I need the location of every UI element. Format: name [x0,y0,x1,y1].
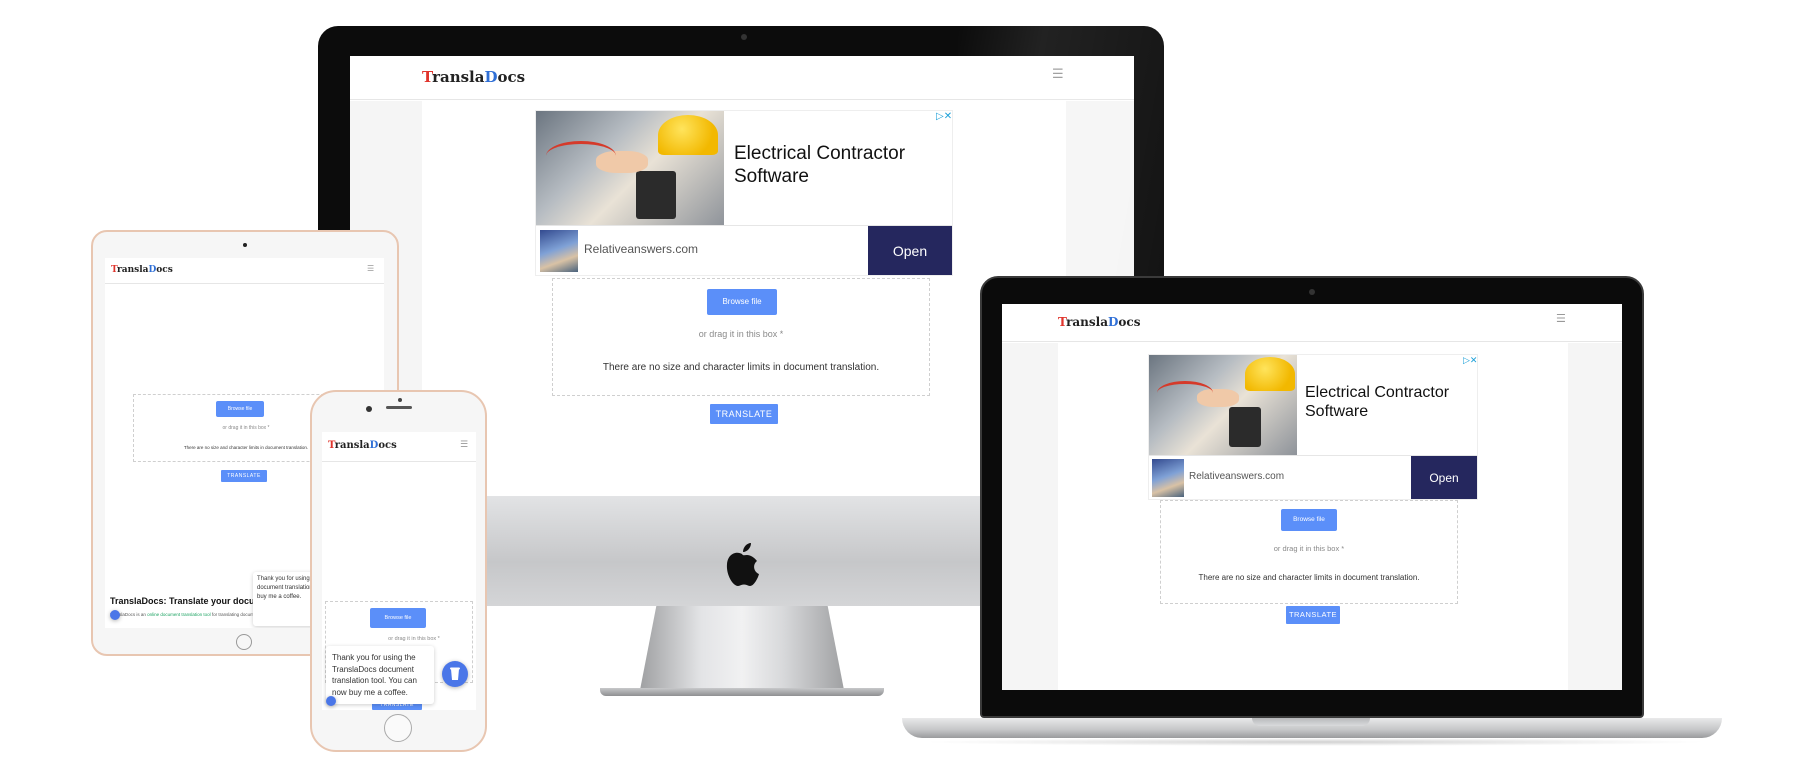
drop-zone[interactable]: Browse file or drag it in this box * The… [1160,500,1458,604]
translate-button[interactable]: TRANSLATE [1286,606,1340,624]
iphone-speaker [386,406,412,409]
imac-camera [741,34,747,40]
chat-bubble: Thank you for using the TranslaDocs docu… [326,646,434,704]
ipad-home-button [236,634,252,650]
site-header: TranslaDocs ☰ [105,258,384,284]
chat-toggle-icon[interactable] [326,696,336,706]
ad-banner[interactable]: Electrical Contractor Software ▷✕ Relati… [535,110,953,276]
translate-button[interactable]: TRANSLATE [221,470,267,482]
macbook-screen: TranslaDocs ☰ Electrical Contractor Soft… [1002,304,1622,690]
ad-bar: Relativeanswers.com Open [536,225,952,275]
ad-choices-icon[interactable]: ▷✕ [936,111,952,122]
iphone-screen: TranslaDocs ☰ Browse file or drag it in … [322,432,476,710]
iphone-camera [366,406,372,412]
translate-button[interactable]: TRANSLATE [710,404,778,424]
site-logo[interactable]: TranslaDocs [328,440,397,451]
iphone-sensor [398,398,402,402]
drag-hint: or drag it in this box * [698,329,784,339]
calculator-icon [636,171,676,219]
cup-icon [450,667,460,680]
ad-domain[interactable]: Relativeanswers.com [584,242,698,256]
limits-text: There are no size and character limits i… [1198,573,1420,582]
site-logo[interactable]: TranslaDocs [422,68,525,86]
ad-domain[interactable]: Relativeanswers.com [1189,471,1284,482]
menu-icon[interactable]: ☰ [367,264,374,273]
cable-icon [1157,381,1213,405]
browse-file-button[interactable]: Browse file [1281,509,1337,531]
drag-hint: or drag it in this box * [1273,544,1345,553]
macbook-notch [1252,718,1370,726]
menu-icon[interactable]: ☰ [460,439,468,450]
limits-text: There are no size and character limits i… [602,362,880,373]
ad-headline[interactable]: Electrical Contractor Software [734,143,934,189]
cup-icon[interactable] [442,661,468,687]
apple-logo-icon [726,543,759,586]
imac-foot [600,688,884,696]
article-title: TranslaDocs: Translate your docu [110,596,255,606]
site-logo[interactable]: TranslaDocs [1058,315,1140,329]
helmet-icon [1245,357,1295,391]
site-logo[interactable]: TranslaDocs [111,265,173,275]
article-link[interactable]: online document translation tool [147,612,211,617]
browse-file-button[interactable]: Browse file [707,289,777,315]
browse-file-button[interactable]: Browse file [370,608,426,628]
ad-open-button[interactable]: Open [1411,456,1477,499]
chat-toggle-icon[interactable] [110,610,120,620]
calculator-icon [1229,407,1261,447]
site-header: TranslaDocs ☰ [350,56,1134,100]
imac-stand [640,606,844,690]
ad-choices-icon[interactable]: ▷✕ [1463,355,1477,366]
browse-file-button[interactable]: Browse file [216,401,264,417]
macbook-camera [1309,289,1315,295]
ad-thumbnail [540,230,578,272]
menu-icon[interactable]: ☰ [1556,312,1566,325]
left-gutter [1002,343,1058,690]
ad-open-button[interactable]: Open [868,226,952,275]
right-gutter [1568,343,1622,690]
ad-image [536,111,724,227]
ipad-camera [243,243,247,247]
site-header: TranslaDocs ☰ [322,432,476,462]
menu-icon[interactable]: ☰ [1052,66,1064,82]
drop-zone[interactable]: Browse file or drag it in this box * The… [552,278,930,396]
macbook-shadow [920,738,1710,746]
ad-banner[interactable]: Electrical Contractor Software ▷✕ Relati… [1148,354,1478,500]
helmet-icon [658,115,718,155]
ad-thumbnail [1152,459,1184,497]
cable-icon [546,141,616,171]
drag-hint: or drag it in this box * [388,636,440,642]
ad-headline[interactable]: Electrical Contractor Software [1305,383,1475,421]
ad-image [1149,355,1297,455]
iphone-home-button [384,714,412,742]
site-header: TranslaDocs ☰ [1002,304,1622,342]
ad-bar: Relativeanswers.com Open [1149,455,1477,499]
